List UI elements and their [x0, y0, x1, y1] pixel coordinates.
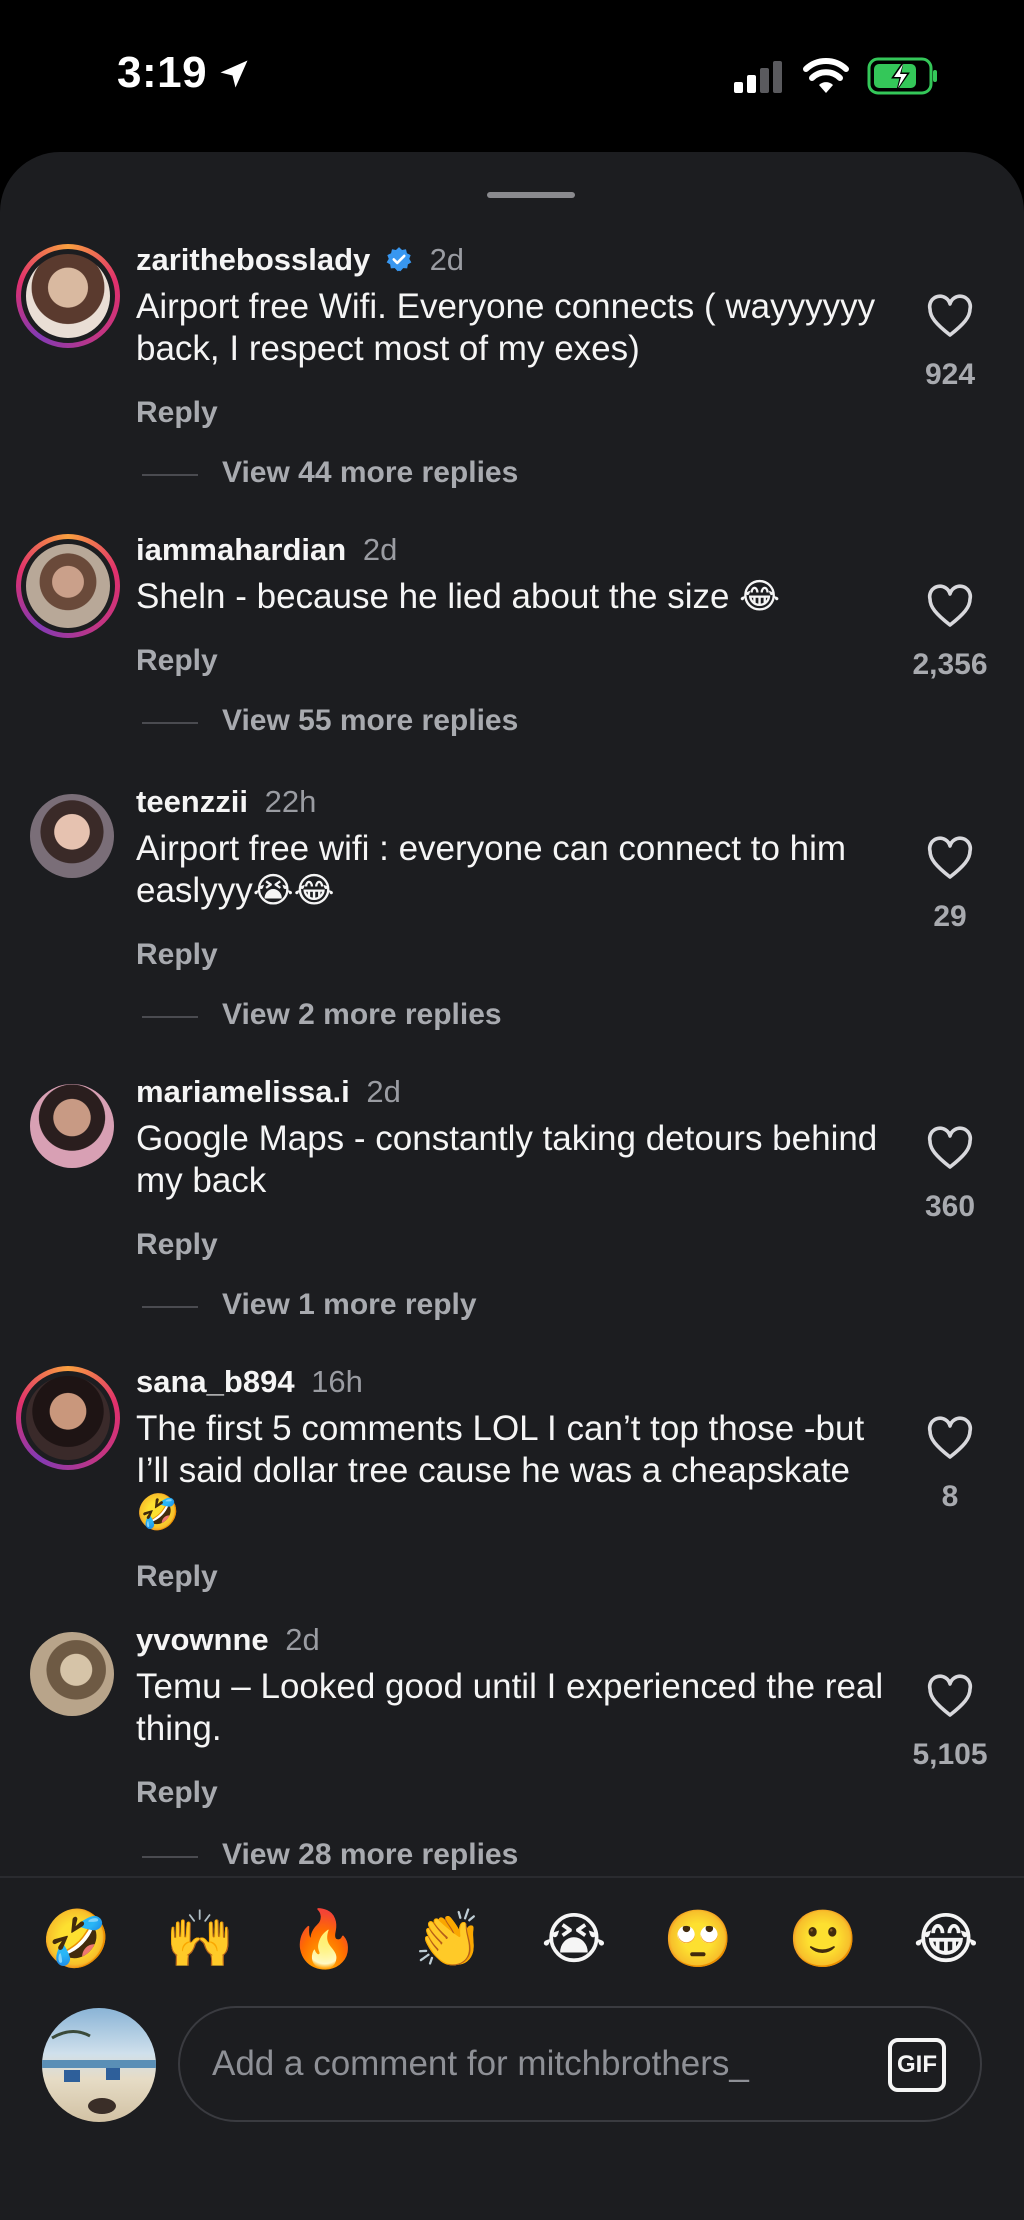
status-bar: 3:19 [0, 0, 1024, 150]
reply-button[interactable]: Reply [136, 644, 218, 678]
comment-timestamp: 2d [285, 1622, 320, 1657]
quick-emoji-bar: 🤣 🙌 🔥 👏 😭 🙄 🙂 😂 [0, 1900, 1024, 1980]
emoji-joy-button[interactable]: 😂 [906, 1900, 986, 1980]
like-count: 29 [933, 900, 967, 933]
heart-icon[interactable] [926, 1126, 974, 1170]
comment-timestamp: 16h [311, 1364, 363, 1399]
comment-text: Airport free Wifi. Everyone connects ( w… [136, 287, 876, 368]
emoji-rofl-button[interactable]: 🤣 [36, 1900, 116, 1980]
replies-divider-line [142, 1016, 198, 1018]
beach-avatar-image [42, 2030, 156, 2114]
like-count: 8 [941, 1480, 959, 1513]
reply-button[interactable]: Reply [136, 1560, 218, 1594]
avatar-story-ring[interactable] [16, 534, 120, 638]
like-count: 5,105 [912, 1738, 988, 1771]
replies-divider-line [142, 1856, 198, 1858]
comment-text: Google Maps - constantly taking detours … [136, 1119, 878, 1200]
like-count: 2,356 [912, 648, 988, 681]
replies-divider-line [142, 1306, 198, 1308]
comment-timestamp: 2d [362, 532, 398, 567]
status-time: 3:19 [117, 48, 208, 97]
wifi-icon [803, 58, 849, 93]
comment-username[interactable]: mariamelissa.i [136, 1074, 350, 1109]
heart-icon[interactable] [926, 1674, 974, 1718]
reply-button[interactable]: Reply [136, 938, 218, 972]
comment-timestamp: 2d [429, 242, 465, 277]
comment-text: Sheln - because he lied about the size 😂 [136, 577, 781, 616]
heart-icon[interactable] [926, 836, 974, 880]
location-arrow-icon [220, 60, 248, 88]
emoji-eye-roll-button[interactable]: 🙄 [658, 1900, 738, 1980]
heart-icon[interactable] [926, 584, 974, 628]
view-more-replies-button[interactable]: View 2 more replies [222, 998, 502, 1032]
comment-username[interactable]: teenzzii [136, 784, 248, 819]
comment-text: Temu – Looked good until I experienced t… [136, 1667, 884, 1748]
reply-button[interactable]: Reply [136, 1228, 218, 1262]
emoji-smile-button[interactable]: 🙂 [783, 1900, 863, 1980]
view-more-replies-button[interactable]: View 55 more replies [222, 704, 518, 738]
comment-username[interactable]: yvownne [136, 1622, 269, 1657]
emoji-clap-button[interactable]: 👏 [409, 1900, 489, 1980]
my-avatar [42, 2008, 156, 2122]
replies-divider-line [142, 474, 198, 476]
like-count: 360 [924, 1190, 976, 1223]
comment-input-placeholder: Add a comment for mitchbrothers_ [212, 2044, 749, 2083]
cellular-signal-icon [734, 61, 782, 93]
comment-input[interactable]: Add a comment for mitchbrothers_ GIF [178, 2006, 982, 2122]
emoji-fire-button[interactable]: 🔥 [284, 1900, 364, 1980]
battery-charging-icon [867, 57, 937, 95]
view-more-replies-button[interactable]: View 44 more replies [222, 456, 518, 490]
avatar[interactable] [30, 1084, 114, 1168]
emoji-raised-hands-button[interactable]: 🙌 [160, 1900, 240, 1980]
sheet-drag-handle[interactable] [487, 192, 575, 198]
avatar[interactable] [30, 794, 114, 878]
emoji-crying-button[interactable]: 😭 [534, 1900, 614, 1980]
view-more-replies-button[interactable]: View 28 more replies [222, 1838, 518, 1872]
avatar [21, 1371, 115, 1465]
avatar [21, 539, 115, 633]
heart-icon[interactable] [926, 294, 974, 338]
avatar [21, 249, 115, 343]
comment-username[interactable]: iammahardian [136, 532, 346, 567]
avatar[interactable] [30, 1632, 114, 1716]
comment-timestamp: 2d [366, 1074, 401, 1109]
comment-username[interactable]: sana_b894 [136, 1364, 295, 1399]
reply-button[interactable]: Reply [136, 396, 218, 430]
replies-divider-line [142, 722, 198, 724]
avatar-story-ring[interactable] [16, 1366, 120, 1470]
heart-icon[interactable] [926, 1416, 974, 1460]
view-more-replies-button[interactable]: View 1 more reply [222, 1288, 477, 1322]
comment-text: The first 5 comments LOL I can’t top tho… [136, 1409, 865, 1532]
avatar-story-ring[interactable] [16, 244, 120, 348]
composer-divider [0, 1876, 1024, 1878]
gif-button[interactable]: GIF [888, 2038, 946, 2092]
comment-text: Airport free wifi : everyone can connect… [136, 829, 847, 910]
like-count: 924 [924, 358, 976, 391]
comment-username[interactable]: zarithebosslady [136, 242, 370, 277]
reply-button[interactable]: Reply [136, 1776, 218, 1810]
verified-badge-icon [386, 247, 412, 272]
comment-timestamp: 22h [264, 784, 317, 819]
